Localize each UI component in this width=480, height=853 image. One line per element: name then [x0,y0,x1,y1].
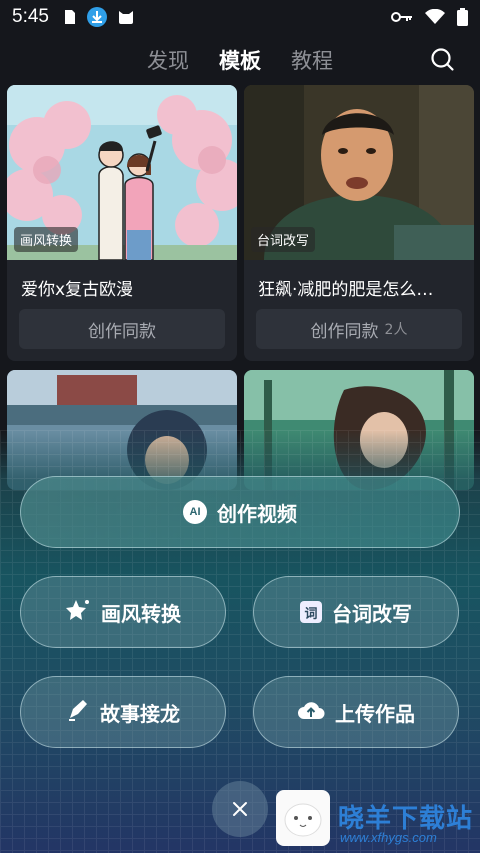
cat-app-icon [117,8,135,26]
template-title: 爱你x复古欧漫 [21,280,134,300]
top-nav: 发现 模板 教程 [0,40,480,80]
watermark: 晓羊下载站 www.xfhygs.com [276,790,480,848]
status-bar: 5:45 [0,0,480,34]
sim-card-icon [63,9,77,25]
rewrite-lines-label: 台词改写 [332,601,412,626]
search-icon[interactable] [430,47,456,73]
create-same-label: 创作同款 [310,321,379,342]
close-icon [233,802,247,816]
upload-work-label: 上传作品 [335,701,415,726]
battery-icon [457,8,468,26]
create-same-button[interactable]: 创作同款 [19,309,225,349]
style-transfer-label: 画风转换 [101,601,181,626]
ai-icon: AI [183,500,207,524]
create-same-label: 创作同款 [88,321,156,342]
template-card[interactable]: 台词改写 狂飙·减肥的肥是怎么… 创作同款 2人 [244,85,474,361]
story-relay-button[interactable]: 故事接龙 [20,676,226,748]
pen-icon [66,698,90,727]
close-button[interactable] [212,781,268,837]
tab-templates[interactable]: 模板 [219,45,261,75]
tab-discover[interactable]: 发现 [147,45,189,75]
create-video-label: 创作视频 [217,501,297,526]
rewrite-lines-button[interactable]: 词 台词改写 [253,576,459,648]
style-transfer-button[interactable]: 画风转换 [20,576,226,648]
participant-count: 2人 [384,322,408,338]
status-time: 5:45 [12,6,49,27]
watermark-logo [276,790,330,846]
cloud-upload-icon [297,699,325,726]
watermark-url: www.xfhygs.com [340,830,437,845]
create-same-button[interactable]: 创作同款 2人 [256,309,462,349]
create-video-button[interactable]: AI 创作视频 [20,476,460,548]
template-title: 狂飙·减肥的肥是怎么… [258,280,434,300]
sparkle-star-icon [65,598,91,627]
lines-icon: 词 [300,601,322,623]
story-relay-label: 故事接龙 [100,701,180,726]
template-card[interactable]: 画风转换 爱你x复古欧漫 创作同款 [7,85,237,361]
upload-work-button[interactable]: 上传作品 [253,676,459,748]
template-tag: 画风转换 [14,227,79,252]
download-notification-icon [86,7,107,27]
key-icon [391,11,413,23]
wifi-icon [425,9,445,25]
tab-tutorials[interactable]: 教程 [291,45,333,75]
template-tag: 台词改写 [251,227,316,252]
